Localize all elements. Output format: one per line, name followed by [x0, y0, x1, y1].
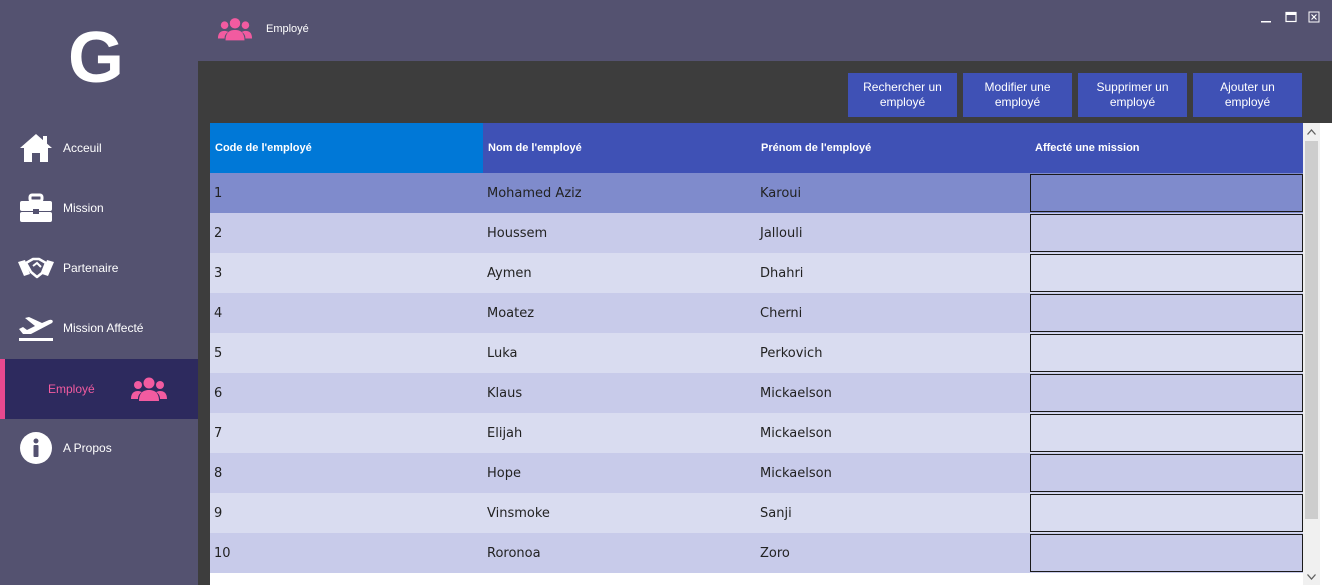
sidebar-item-employe[interactable]: Employé [0, 359, 198, 419]
scroll-up-arrow-icon[interactable] [1303, 123, 1320, 140]
sidebar-item-partenaire[interactable]: Partenaire [0, 238, 198, 298]
employee-table[interactable]: Code de l'employé Nom de l'employé Préno… [210, 123, 1332, 585]
app-logo: G [67, 18, 124, 98]
edit-employee-button[interactable]: Modifier une employé [963, 73, 1072, 117]
column-header-affecte[interactable]: Affecté une mission [1030, 123, 1303, 173]
table-row[interactable]: 1 Mohamed Aziz Karoui [210, 173, 1303, 213]
cell-nom[interactable]: Vinsmoke [483, 493, 756, 533]
cell-affecte-mission[interactable] [1030, 174, 1303, 212]
cell-nom[interactable]: Aymen [483, 253, 756, 293]
cell-affecte-mission[interactable] [1030, 414, 1303, 452]
cell-code[interactable]: 10 [210, 533, 483, 573]
sidebar-item-label: Mission [63, 201, 104, 215]
cell-nom[interactable]: Luka [483, 333, 756, 373]
cell-affecte-mission[interactable] [1030, 454, 1303, 492]
table-row[interactable]: 3 Aymen Dhahri [210, 253, 1303, 293]
sidebar-item-mission[interactable]: Mission [0, 178, 198, 238]
sidebar: G Acceuil Mission Partenaire Mission Aff… [0, 0, 198, 585]
column-header-nom[interactable]: Nom de l'employé [483, 123, 756, 173]
table-row[interactable]: 6 Klaus Mickaelson [210, 373, 1303, 413]
cell-code[interactable]: 9 [210, 493, 483, 533]
cell-prenom[interactable]: Mickaelson [756, 453, 1030, 493]
cell-nom[interactable]: Roronoa [483, 533, 756, 573]
sidebar-item-label: Acceuil [63, 141, 102, 155]
users-icon [130, 372, 168, 406]
add-employee-button[interactable]: Ajouter un employé [1193, 73, 1302, 117]
table-row[interactable]: 10 Roronoa Zoro [210, 533, 1303, 573]
cell-nom[interactable]: Klaus [483, 373, 756, 413]
cell-code[interactable]: 8 [210, 453, 483, 493]
cell-prenom[interactable]: Jallouli [756, 213, 1030, 253]
cell-prenom[interactable]: Perkovich [756, 333, 1030, 373]
cell-prenom[interactable]: Mickaelson [756, 373, 1030, 413]
column-header-code[interactable]: Code de l'employé [210, 123, 483, 173]
cell-code[interactable]: 3 [210, 253, 483, 293]
cell-code[interactable]: 2 [210, 213, 483, 253]
column-header-prenom[interactable]: Prénom de l'employé [756, 123, 1030, 173]
cell-prenom[interactable]: Cherni [756, 293, 1030, 333]
cell-prenom[interactable]: Dhahri [756, 253, 1030, 293]
cell-nom[interactable]: Elijah [483, 413, 756, 453]
page-header: Employé [198, 0, 1332, 61]
delete-employee-button[interactable]: Supprimer un employé [1078, 73, 1187, 117]
scroll-thumb[interactable] [1305, 141, 1318, 519]
cell-code[interactable]: 7 [210, 413, 483, 453]
cell-affecte-mission[interactable] [1030, 494, 1303, 532]
table-row[interactable]: 5 Luka Perkovich [210, 333, 1303, 373]
sidebar-item-a-propos[interactable]: A Propos [0, 418, 198, 478]
cell-affecte-mission[interactable] [1030, 534, 1303, 572]
cell-code[interactable]: 6 [210, 373, 483, 413]
search-employee-button[interactable]: Rechercher un employé [848, 73, 957, 117]
cell-affecte-mission[interactable] [1030, 334, 1303, 372]
scroll-down-arrow-icon[interactable] [1303, 568, 1320, 585]
plane-departure-icon [17, 311, 55, 345]
minimize-button[interactable] [1259, 10, 1273, 24]
cell-affecte-mission[interactable] [1030, 254, 1303, 292]
handshake-icon [17, 251, 55, 285]
cell-affecte-mission[interactable] [1030, 374, 1303, 412]
cell-code[interactable]: 5 [210, 333, 483, 373]
cell-nom[interactable]: Hope [483, 453, 756, 493]
cell-nom[interactable]: Mohamed Aziz [483, 173, 756, 213]
info-icon [17, 431, 55, 465]
vertical-scrollbar[interactable] [1303, 123, 1320, 585]
home-icon [17, 131, 55, 165]
cell-prenom[interactable]: Sanji [756, 493, 1030, 533]
cell-prenom[interactable]: Karoui [756, 173, 1030, 213]
cell-nom[interactable]: Moatez [483, 293, 756, 333]
sidebar-item-mission-affecte[interactable]: Mission Affecté [0, 298, 198, 358]
table-row[interactable]: 9 Vinsmoke Sanji [210, 493, 1303, 533]
sidebar-item-label: Employé [48, 382, 95, 396]
sidebar-item-label: Mission Affecté [63, 321, 144, 335]
cell-prenom[interactable]: Mickaelson [756, 413, 1030, 453]
users-icon [217, 15, 253, 43]
sidebar-item-label: A Propos [63, 441, 112, 455]
table-header: Code de l'employé Nom de l'employé Préno… [210, 123, 1303, 173]
table-row[interactable]: 2 Houssem Jallouli [210, 213, 1303, 253]
cell-nom[interactable]: Houssem [483, 213, 756, 253]
cell-affecte-mission[interactable] [1030, 214, 1303, 252]
table-row[interactable]: 8 Hope Mickaelson [210, 453, 1303, 493]
table-row[interactable]: 4 Moatez Cherni [210, 293, 1303, 333]
close-button[interactable] [1307, 10, 1321, 24]
cell-code[interactable]: 4 [210, 293, 483, 333]
table-row[interactable]: 7 Elijah Mickaelson [210, 413, 1303, 453]
briefcase-icon [17, 191, 55, 225]
page-title: Employé [266, 23, 309, 35]
sidebar-item-label: Partenaire [63, 261, 119, 275]
cell-prenom[interactable]: Zoro [756, 533, 1030, 573]
sidebar-item-acceuil[interactable]: Acceuil [0, 118, 198, 178]
maximize-button[interactable] [1284, 10, 1298, 24]
cell-code[interactable]: 1 [210, 173, 483, 213]
active-indicator [0, 359, 5, 419]
cell-affecte-mission[interactable] [1030, 294, 1303, 332]
